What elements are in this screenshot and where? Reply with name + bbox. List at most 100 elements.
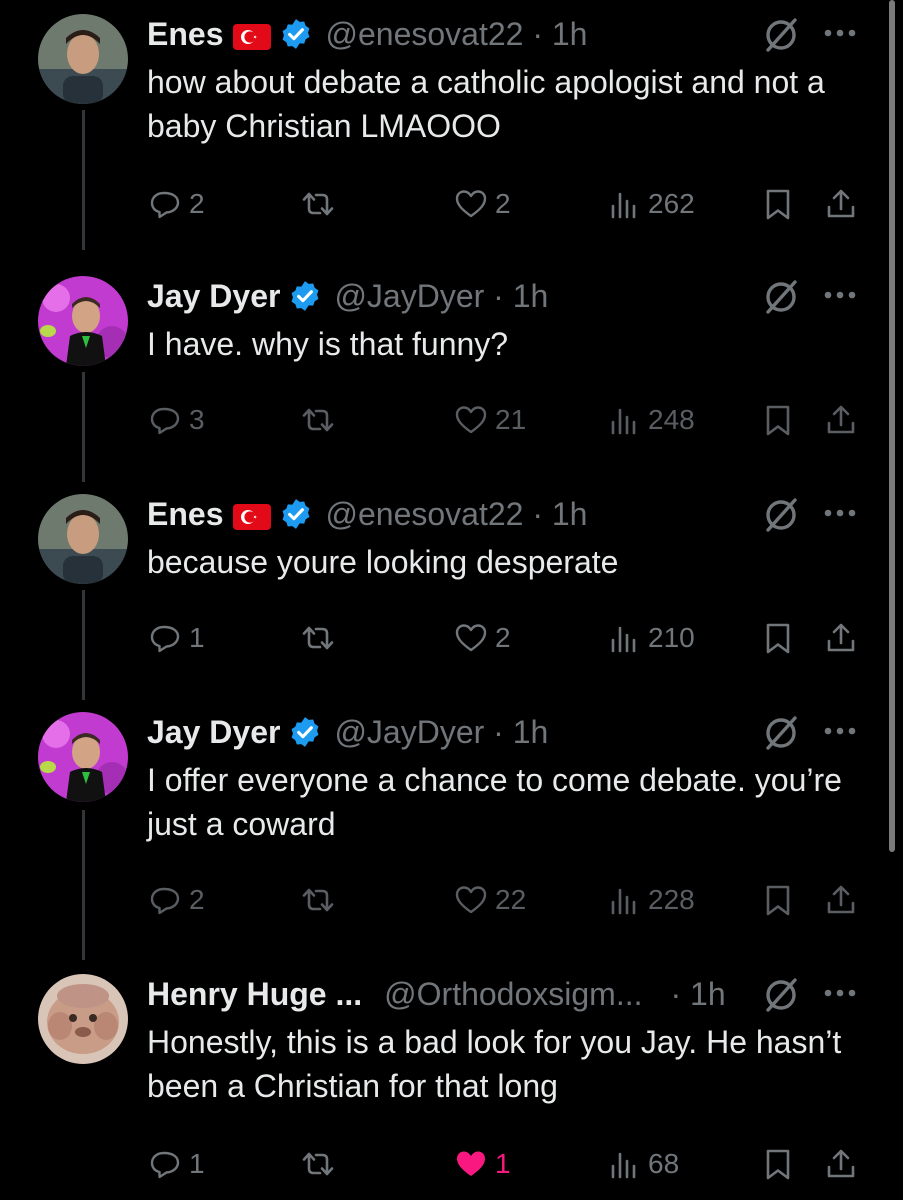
verified-badge-icon [288, 279, 322, 313]
author-handle[interactable]: @Orthodoxsigm... [384, 976, 642, 1013]
author-name[interactable]: Jay Dyer [147, 278, 280, 315]
views-button[interactable]: 68 [606, 1142, 679, 1186]
tweet-actions: 1 2 210 [0, 616, 903, 660]
reply-button[interactable]: 1 [147, 1142, 205, 1186]
repost-icon [302, 192, 334, 216]
tweet-text: I have. why is that funny? [147, 326, 509, 362]
tweet-text: Honestly, this is a bad look for you Jay… [147, 1024, 842, 1104]
repost-button[interactable] [300, 182, 342, 226]
more-options-icon[interactable] [820, 498, 860, 528]
thread-line [82, 110, 85, 250]
views-icon [611, 192, 636, 219]
avatar-henry-huge[interactable] [38, 974, 128, 1064]
bookmark-button[interactable] [760, 616, 802, 660]
bookmark-icon [766, 405, 790, 436]
tweet-header: Enes @enesovat22 · 1h [147, 14, 587, 54]
tweet-actions: 2 22 228 [0, 878, 903, 922]
bookmark-button[interactable] [760, 878, 802, 922]
reply-count: 1 [189, 1148, 205, 1179]
repost-button[interactable] [300, 398, 342, 442]
share-button[interactable] [823, 878, 865, 922]
avatar-enes[interactable] [38, 494, 128, 584]
author-handle[interactable]: @enesovat22 · 1h [325, 16, 587, 53]
reply-count: 2 [189, 188, 205, 219]
bookmark-button[interactable] [760, 398, 802, 442]
timestamp[interactable]: · 1h [671, 976, 726, 1013]
share-button[interactable] [823, 182, 865, 226]
views-button[interactable]: 210 [606, 616, 695, 660]
views-icon [611, 888, 636, 915]
grok-icon[interactable] [762, 496, 800, 534]
like-button[interactable]: 21 [453, 398, 526, 442]
views-icon [611, 1152, 636, 1179]
author-name[interactable]: Henry Huge ... [147, 976, 362, 1013]
reply-button[interactable]: 2 [147, 878, 205, 922]
grok-icon[interactable] [762, 976, 800, 1014]
reply-button[interactable]: 3 [147, 398, 205, 442]
share-icon [827, 189, 855, 218]
repost-icon [302, 626, 334, 650]
tweet-header: Jay Dyer @JayDyer · 1h [147, 712, 548, 752]
reply-count: 2 [189, 884, 205, 915]
avatar-jay-dyer[interactable] [38, 276, 128, 366]
repost-button[interactable] [300, 1142, 342, 1186]
view-count: 68 [648, 1148, 680, 1179]
reply-icon [150, 191, 180, 219]
reply-icon [150, 887, 180, 915]
grok-icon[interactable] [762, 16, 800, 54]
more-options-icon[interactable] [820, 280, 860, 310]
repost-button[interactable] [300, 616, 342, 660]
more-options-icon[interactable] [820, 716, 860, 746]
verified-badge-icon [288, 715, 322, 749]
share-button[interactable] [823, 616, 865, 660]
repost-icon [302, 408, 334, 432]
like-button[interactable]: 2 [453, 616, 511, 660]
tweet-text: I offer everyone a chance to come debate… [147, 762, 842, 842]
views-button[interactable]: 248 [606, 398, 695, 442]
author-handle[interactable]: @JayDyer · 1h [334, 278, 548, 315]
avatar-jay-dyer[interactable] [38, 712, 128, 802]
repost-button[interactable] [300, 878, 342, 922]
more-options-icon[interactable] [820, 978, 860, 1008]
verified-badge-icon [279, 17, 313, 51]
author-handle[interactable]: @enesovat22 · 1h [325, 496, 587, 533]
like-button[interactable]: 2 [453, 182, 511, 226]
tweet-actions: 3 21 248 [0, 398, 903, 442]
bookmark-icon [766, 623, 790, 654]
like-button[interactable]: 1 [453, 1142, 511, 1186]
turkey-flag-icon [233, 21, 272, 50]
grok-icon[interactable] [762, 278, 800, 316]
like-count: 21 [495, 404, 527, 435]
tweet-text: because youre looking desperate [147, 544, 619, 580]
view-count: 262 [648, 188, 695, 219]
author-name[interactable]: Enes [147, 496, 223, 533]
reply-count: 3 [189, 404, 205, 435]
reply-button[interactable]: 2 [147, 182, 205, 226]
heart-icon [455, 886, 487, 914]
tweet-header: Jay Dyer @JayDyer · 1h [147, 276, 548, 316]
more-options-icon[interactable] [820, 18, 860, 48]
verified-badge-icon [279, 497, 313, 531]
like-count: 2 [495, 622, 511, 653]
bookmark-button[interactable] [760, 182, 802, 226]
share-button[interactable] [823, 398, 865, 442]
share-icon [827, 623, 855, 652]
views-button[interactable]: 262 [606, 182, 695, 226]
author-name[interactable]: Jay Dyer [147, 714, 280, 751]
author-name[interactable]: Enes [147, 16, 223, 53]
share-button[interactable] [823, 1142, 865, 1186]
like-count: 22 [495, 884, 527, 915]
bookmark-button[interactable] [760, 1142, 802, 1186]
like-button[interactable]: 22 [453, 878, 526, 922]
heart-icon [455, 406, 487, 434]
reply-icon [150, 1151, 180, 1179]
tweet-actions: 2 2 262 [0, 182, 903, 226]
grok-icon[interactable] [762, 714, 800, 752]
views-icon [611, 408, 636, 435]
bookmark-icon [766, 1149, 790, 1180]
views-button[interactable]: 228 [606, 878, 695, 922]
avatar-enes[interactable] [38, 14, 128, 104]
reply-button[interactable]: 1 [147, 616, 205, 660]
author-handle[interactable]: @JayDyer · 1h [334, 714, 548, 751]
views-icon [611, 626, 636, 653]
